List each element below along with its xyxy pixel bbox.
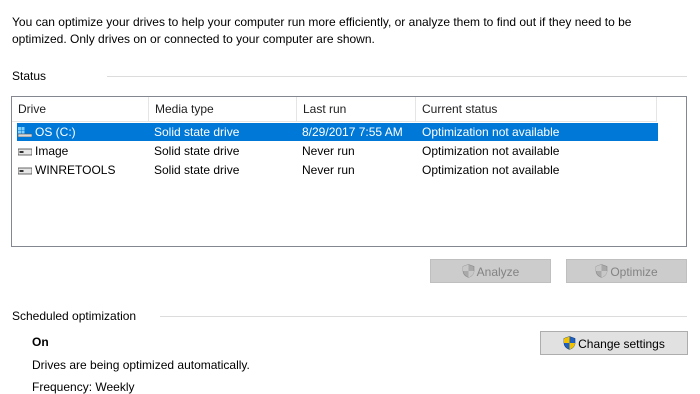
analyze-button[interactable]: Analyze (430, 259, 551, 283)
uac-shield-icon (563, 336, 576, 350)
drive-list[interactable]: Drive Media type Last run Current status… (11, 96, 687, 247)
drive-media-type: Solid state drive (154, 144, 240, 158)
scheduled-divider (160, 316, 687, 317)
schedule-state: On (32, 335, 49, 349)
drive-status: Optimization not available (422, 163, 560, 177)
analyze-label: Analyze (476, 264, 520, 279)
column-header-current-status[interactable]: Current status (416, 97, 656, 121)
column-header-media-type[interactable]: Media type (149, 97, 296, 121)
drive-last-run: Never run (302, 144, 355, 158)
column-separator[interactable] (656, 97, 657, 121)
drive-last-run: 8/29/2017 7:55 AM (302, 125, 403, 139)
uac-shield-icon (462, 264, 474, 278)
schedule-frequency: Frequency: Weekly (32, 380, 135, 394)
drive-name: WINRETOOLS (35, 163, 116, 177)
schedule-description: Drives are being optimized automatically… (32, 358, 250, 372)
scheduled-section-label: Scheduled optimization (12, 309, 137, 323)
drive-icon (18, 148, 32, 156)
column-header-last-run[interactable]: Last run (297, 97, 415, 121)
drive-media-type: Solid state drive (154, 125, 240, 139)
status-divider (107, 76, 687, 77)
intro-text: You can optimize your drives to help you… (12, 15, 632, 46)
drive-status: Optimization not available (422, 125, 560, 139)
uac-shield-icon (596, 264, 608, 278)
drive-name: OS (C:) (35, 125, 76, 139)
windows-drive-icon (18, 127, 32, 137)
change-settings-label: Change settings (578, 336, 665, 351)
drive-last-run: Never run (302, 163, 355, 177)
drive-media-type: Solid state drive (154, 163, 240, 177)
column-header-drive[interactable]: Drive (12, 97, 148, 121)
optimize-label: Optimize (610, 264, 658, 279)
drive-icon (18, 167, 32, 175)
drive-row-os-c[interactable]: OS (C:) Solid state drive 8/29/2017 7:55… (17, 123, 658, 141)
drive-status: Optimization not available (422, 144, 560, 158)
optimize-button[interactable]: Optimize (566, 259, 687, 283)
change-settings-button[interactable]: Change settings (540, 331, 688, 355)
status-section-label: Status (12, 69, 47, 83)
drive-list-header: Drive Media type Last run Current status (12, 97, 657, 122)
drive-row-image[interactable]: Image Solid state drive Never run Optimi… (17, 142, 658, 160)
drive-row-winretools[interactable]: WINRETOOLS Solid state drive Never run O… (17, 161, 658, 179)
drive-name: Image (35, 144, 69, 158)
